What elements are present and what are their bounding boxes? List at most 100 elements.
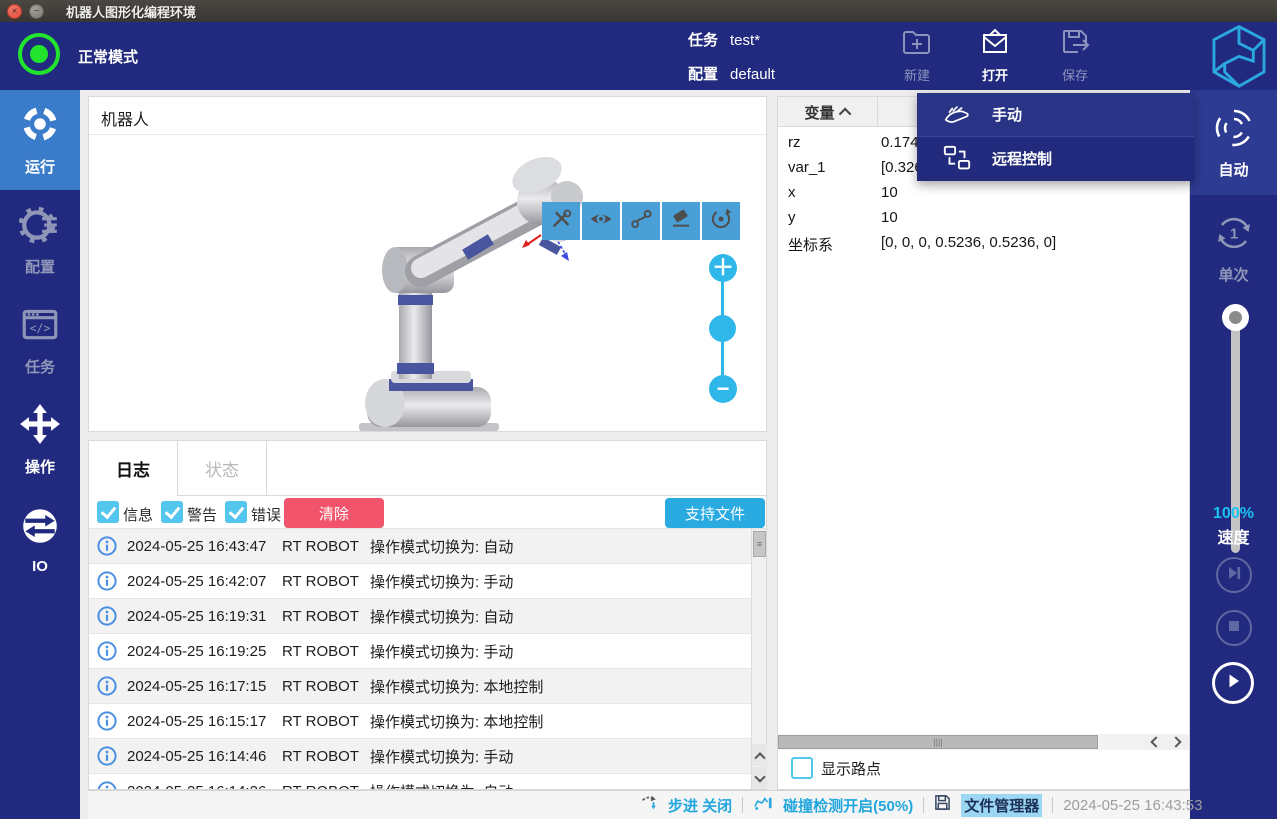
variables-panel: 变量 rz 0.1745 var_1 [0.326 x 10 y 10 坐标系 … (777, 96, 1190, 790)
minimize-window-icon[interactable]: − (29, 4, 44, 19)
menu-remote-label: 远程控制 (992, 148, 1052, 169)
log-row[interactable]: 2024-05-25 16:43:47 RT ROBOT 操作模式切换为: 自动 (89, 529, 751, 564)
chevron-up-icon (754, 752, 765, 763)
log-message: 操作模式切换为: 手动 (370, 746, 751, 767)
log-row[interactable]: 2024-05-25 16:19:31 RT ROBOT 操作模式切换为: 自动 (89, 599, 751, 634)
log-scrollbar-thumb[interactable]: ≡ (753, 531, 766, 557)
stop-button[interactable] (1216, 610, 1252, 646)
menu-item-manual[interactable]: 手动 (917, 93, 1194, 136)
log-source: RT ROBOT (282, 748, 370, 765)
variables-header-cell[interactable]: 变量 (778, 97, 878, 127)
sidebar-io-label: IO (32, 558, 48, 575)
scroll-up-button[interactable] (752, 744, 767, 766)
new-button[interactable]: 新建 (885, 26, 949, 88)
save-button-label: 保存 (1062, 65, 1088, 84)
horizontal-scrollbar-thumb[interactable]: |||| (778, 735, 1098, 749)
step-forward-icon (1224, 563, 1244, 588)
collapse-caret-icon (838, 107, 851, 120)
robot-3d-viewport[interactable]: ＋ − (89, 135, 766, 431)
log-message: 操作模式切换为: 本地控制 (370, 676, 751, 697)
support-files-button[interactable]: 支持文件 (665, 498, 765, 528)
collision-status[interactable]: 碰撞检测开启(50%) (783, 795, 913, 816)
tab-log[interactable]: 日志 (89, 441, 178, 496)
horizontal-scrollbar[interactable]: |||| (778, 734, 1189, 750)
chevron-down-icon (754, 771, 765, 782)
tools-button[interactable] (542, 202, 580, 240)
variable-row[interactable]: x 10 (778, 181, 1189, 206)
path-button[interactable] (622, 202, 660, 240)
log-message: 操作模式切换为: 手动 (370, 641, 751, 662)
log-row[interactable]: 2024-05-25 16:42:07 RT ROBOT 操作模式切换为: 手动 (89, 564, 751, 599)
tools-icon (547, 205, 575, 238)
log-row[interactable]: 2024-05-25 16:14:46 RT ROBOT 操作模式切换为: 手动 (89, 739, 751, 774)
log-row[interactable]: 2024-05-25 16:17:15 RT ROBOT 操作模式切换为: 本地… (89, 669, 751, 704)
log-message: 操作模式切换为: 本地控制 (370, 711, 751, 732)
warning-checkbox[interactable] (161, 501, 183, 523)
play-button[interactable] (1212, 662, 1254, 704)
save-button[interactable]: 保存 (1043, 26, 1107, 88)
tabbar-filler (267, 441, 766, 496)
window-title: 机器人图形化编程环境 (66, 2, 196, 21)
zoom-out-button[interactable]: − (709, 375, 737, 403)
file-manager-item[interactable]: 文件管理器 (961, 794, 1042, 817)
sidebar-item-operate[interactable]: 操作 (0, 390, 80, 490)
close-window-icon[interactable]: × (7, 4, 22, 19)
log-source: RT ROBOT (282, 643, 370, 660)
tab-status[interactable]: 状态 (178, 441, 267, 496)
info-icon (97, 606, 117, 626)
rotate-icon (707, 205, 735, 238)
log-source: RT ROBOT (282, 573, 370, 590)
rotate-button[interactable] (702, 202, 740, 240)
sidebar-task-label: 任务 (25, 356, 55, 377)
svg-text:</>: </> (30, 321, 51, 335)
info-checkbox[interactable] (97, 501, 119, 523)
scroll-down-button[interactable] (752, 767, 767, 789)
auto-mode-label: 自动 (1218, 159, 1248, 180)
step-mode-status[interactable]: 步进 关闭 (668, 795, 732, 816)
single-run-button[interactable]: 1 单次 (1190, 195, 1277, 300)
log-scrollbar[interactable]: ≡ (751, 529, 766, 789)
left-sidebar: 运行 配置 </> 任务 (0, 90, 80, 819)
auto-swirl-icon (1212, 106, 1256, 155)
path-icon (627, 205, 655, 238)
log-message: 操作模式切换为: 手动 (370, 571, 751, 592)
menu-item-remote[interactable]: 远程控制 (917, 137, 1194, 180)
scroll-right-button[interactable] (1166, 734, 1188, 750)
sidebar-item-config[interactable]: 配置 (0, 190, 80, 290)
auto-mode-button[interactable]: 自动 (1190, 90, 1277, 195)
config-value: default (730, 66, 775, 83)
sidebar-item-run[interactable]: 运行 (0, 90, 80, 190)
log-row[interactable]: 2024-05-25 16:14:26 RT ROBOT 操作模式切换为: 自动 (89, 774, 751, 789)
move-arrows-icon (19, 403, 61, 450)
eraser-button[interactable] (662, 202, 700, 240)
variable-row[interactable]: y 10 (778, 206, 1189, 231)
step-mode-icon (640, 794, 658, 817)
sidebar-item-io[interactable]: IO (0, 490, 80, 590)
log-row[interactable]: 2024-05-25 16:19:25 RT ROBOT 操作模式切换为: 手动 (89, 634, 751, 669)
show-waypoints-checkbox[interactable] (791, 757, 813, 779)
status-timestamp: 2024-05-25 16:43:53 (1063, 797, 1202, 814)
eraser-icon (667, 205, 695, 238)
open-button[interactable]: 打开 (963, 26, 1027, 88)
scroll-left-button[interactable] (1143, 734, 1165, 750)
clear-button[interactable]: 清除 (284, 498, 384, 528)
step-forward-button[interactable] (1216, 557, 1252, 593)
speed-slider-knob[interactable] (1222, 304, 1249, 331)
visibility-button[interactable] (582, 202, 620, 240)
sidebar-item-task[interactable]: </> 任务 (0, 290, 80, 390)
speed-value: 100% (1190, 505, 1277, 523)
log-time: 2024-05-25 16:42:07 (127, 573, 282, 590)
zoom-slider-knob[interactable] (709, 315, 736, 342)
log-source: RT ROBOT (282, 678, 370, 695)
zoom-in-button[interactable]: ＋ (709, 254, 737, 282)
info-icon (97, 676, 117, 696)
variable-name: 坐标系 (788, 234, 833, 255)
variable-row[interactable]: 坐标系 [0, 0, 0, 0.5236, 0.5236, 0] (778, 231, 1189, 256)
robot-panel: 机器人 (88, 96, 767, 432)
variable-name: y (788, 209, 796, 226)
error-checkbox[interactable] (225, 501, 247, 523)
log-row[interactable]: 2024-05-25 16:15:17 RT ROBOT 操作模式切换为: 本地… (89, 704, 751, 739)
open-file-icon (979, 26, 1011, 63)
log-source: RT ROBOT (282, 713, 370, 730)
single-run-label: 单次 (1218, 264, 1248, 285)
